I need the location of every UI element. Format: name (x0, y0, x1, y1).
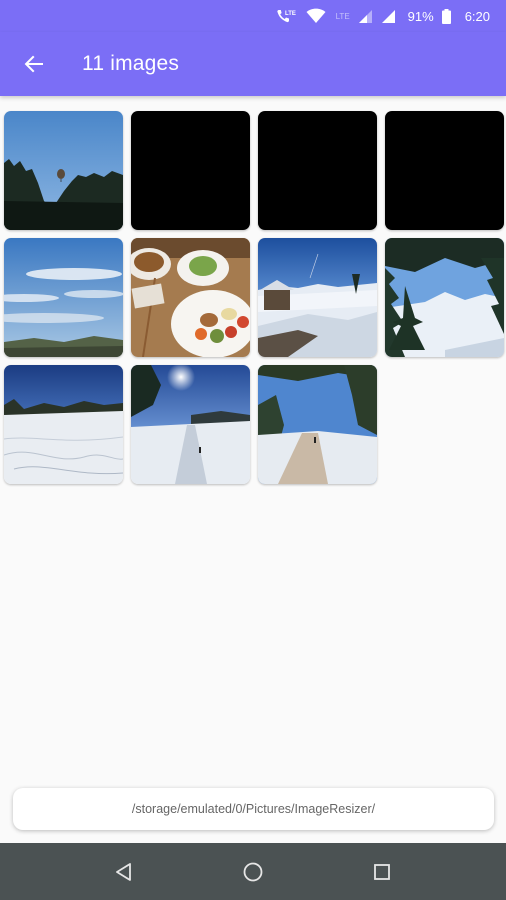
snow-hut-photo (258, 238, 377, 357)
sky-clouds-photo (4, 238, 123, 357)
nav-home-button[interactable] (223, 847, 283, 897)
lte-call-icon: LTE (276, 8, 298, 24)
image-tile-balloon[interactable] (4, 111, 123, 230)
clock: 6:20 (464, 8, 490, 24)
path-label: /storage/emulated/0/Pictures/ImageResize… (13, 788, 494, 830)
image-tile-sky[interactable] (4, 238, 123, 357)
image-tile-snow-trees[interactable] (385, 238, 504, 357)
nav-recents-button[interactable] (352, 847, 412, 897)
snow-trees-photo (385, 238, 504, 357)
page-title: 11 images (82, 52, 180, 75)
image-tile-food[interactable] (131, 238, 250, 357)
image-tile-snow-trail[interactable] (258, 365, 377, 484)
snow-slope-photo (4, 365, 123, 484)
image-tile-black[interactable] (131, 111, 250, 230)
back-button[interactable] (6, 36, 62, 92)
image-tile-black[interactable] (385, 111, 504, 230)
arrow-back-icon (24, 55, 43, 73)
image-tile-black[interactable] (258, 111, 377, 230)
balloon-photo (4, 111, 123, 230)
signal-icon (381, 9, 396, 24)
image-tile-snow-hut[interactable] (258, 238, 377, 357)
battery-percent: 91% (407, 8, 434, 24)
image-tile-snow-slope[interactable] (4, 365, 123, 484)
snow-trail-photo (258, 365, 377, 484)
snow-sun-photo (131, 365, 250, 484)
food-photo (131, 238, 250, 357)
battery-icon (441, 8, 451, 24)
wifi-icon (306, 8, 326, 24)
svg-text:LTE: LTE (285, 11, 296, 17)
navigation-bar (0, 843, 506, 900)
image-tile-snow-sun[interactable] (131, 365, 250, 484)
nav-back-button[interactable] (94, 847, 154, 897)
back-triangle-icon (116, 862, 132, 881)
app-bar: 11 images (0, 32, 506, 96)
status-bar: LTE LTE 91% 6:20 (0, 0, 506, 32)
lte-label: LTE (335, 11, 350, 21)
recents-square-icon (373, 863, 390, 880)
home-circle-icon (243, 862, 263, 881)
signal-icon (358, 9, 373, 24)
